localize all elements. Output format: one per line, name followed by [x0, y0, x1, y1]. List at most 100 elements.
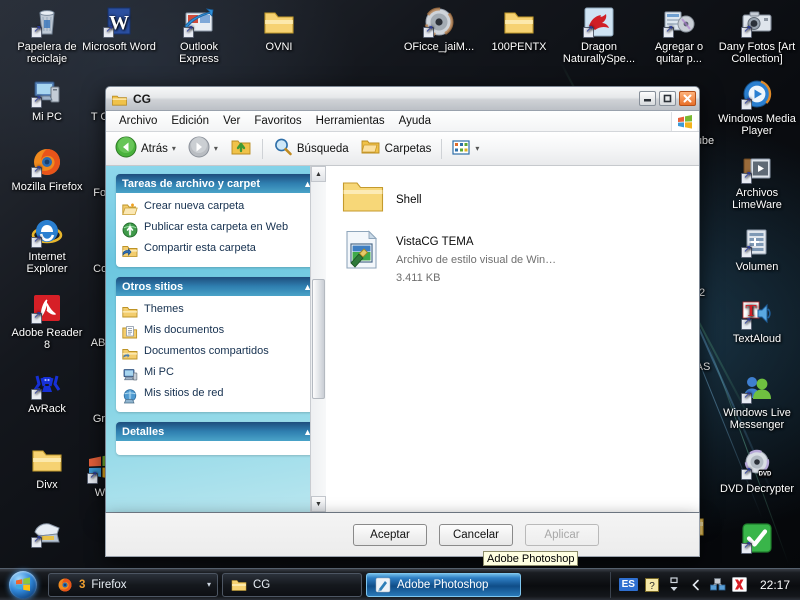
back-button[interactable]: Atrás ▾: [110, 133, 181, 164]
desktop-icon[interactable]: AvRack: [8, 368, 86, 415]
desktop-icon-label: Volumen: [735, 261, 779, 273]
desktop-icon[interactable]: T TextAloud: [718, 298, 796, 345]
chevron-down-icon[interactable]: ▾: [207, 580, 211, 589]
task-link[interactable]: Documentos compartidos: [122, 343, 312, 364]
list-item[interactable]: Shell: [342, 178, 699, 216]
task-link[interactable]: Mi PC: [122, 364, 312, 385]
maximize-icon[interactable]: [659, 91, 676, 106]
search-button[interactable]: Búsqueda: [268, 134, 354, 163]
file-list[interactable]: Shell VistaCG TEMA Archivo de estilo vis…: [326, 166, 699, 512]
desktop-icon[interactable]: Mi PC: [8, 76, 86, 123]
views-button[interactable]: ▾: [447, 136, 484, 162]
chevron-down-icon[interactable]: ▾: [475, 144, 479, 153]
clock[interactable]: 22:17: [754, 578, 796, 592]
menu-item-ver[interactable]: Ver: [216, 113, 247, 129]
desktop-icon[interactable]: Windows Live Messenger: [718, 372, 796, 431]
shortcut-overlay-icon: [741, 244, 753, 258]
network-icon[interactable]: [710, 577, 726, 593]
task-link[interactable]: Publicar esta carpeta en Web: [122, 219, 312, 240]
word-icon: W: [103, 6, 135, 38]
taskbar-button[interactable]: CG: [222, 572, 362, 597]
window-titlebar[interactable]: CG: [106, 87, 699, 111]
desktop-icon[interactable]: Papelera de reciclaje: [8, 6, 86, 65]
desktop-icon[interactable]: Internet Explorer: [8, 216, 86, 275]
close-icon[interactable]: [679, 91, 696, 106]
chevron-down-icon[interactable]: ▾: [172, 144, 176, 153]
task-panel: Detalles ▲: [116, 422, 318, 455]
folders-button[interactable]: Carpetas: [356, 135, 437, 162]
navigation-toolbar[interactable]: Atrás ▾ ▾ Búsqueda Carpetas ▾: [106, 132, 699, 166]
taskbar-button[interactable]: 3 Firefox ▾: [48, 572, 218, 597]
desktop-icon[interactable]: W Microsoft Word: [80, 6, 158, 53]
chevron-left-icon[interactable]: [688, 577, 704, 593]
visual-style-icon: [342, 230, 384, 269]
desktop-icon[interactable]: 100PENTX: [480, 6, 558, 53]
cancel-button[interactable]: Cancelar: [439, 523, 513, 546]
task-link-label: Publicar esta carpeta en Web: [144, 221, 289, 233]
desktop-icon[interactable]: Mozilla Firefox: [8, 146, 86, 193]
dragon-icon: [583, 6, 615, 38]
system-tray[interactable]: ES ? 22:17: [609, 571, 796, 598]
list-item[interactable]: VistaCG TEMA Archivo de estilo visual de…: [342, 230, 699, 286]
task-link[interactable]: Themes: [122, 301, 312, 322]
task-link[interactable]: Compartir esta carpeta: [122, 240, 312, 261]
desktop-icon[interactable]: Windows Media Player: [718, 78, 796, 137]
svg-text:DVD: DVD: [759, 472, 772, 478]
desktop-icon[interactable]: OVNI: [240, 6, 318, 53]
apply-button[interactable]: Aplicar: [525, 523, 599, 546]
up-button[interactable]: [225, 134, 257, 163]
scroll-track-bottom[interactable]: [311, 400, 326, 496]
desktop-icon[interactable]: [8, 516, 86, 551]
scroll-track-top[interactable]: [311, 182, 326, 278]
tooltip-text: Adobe Photoshop: [487, 552, 575, 565]
taskbar[interactable]: 3 Firefox ▾ CG Adobe Photoshop ES ? 22:1…: [0, 568, 800, 600]
desktop-icon[interactable]: Volumen: [718, 226, 796, 273]
task-panel-header[interactable]: Detalles ▲: [116, 422, 318, 441]
limewire-icon: [741, 152, 773, 184]
task-panel-header[interactable]: Tareas de archivo y carpet ▲: [116, 174, 318, 193]
menu-item-archivo[interactable]: Archivo: [112, 113, 164, 129]
shortcut-overlay-icon: [583, 24, 595, 38]
folder-icon: [342, 178, 384, 216]
task-link[interactable]: Mis sitios de red: [122, 385, 312, 406]
desktop-icon[interactable]: OFicce_jaiM...: [400, 6, 478, 53]
show-hidden-icons-button[interactable]: [666, 576, 682, 593]
menu-item-favoritos[interactable]: Favoritos: [247, 113, 308, 129]
menu-item-edicion[interactable]: Edición: [164, 113, 216, 129]
task-link[interactable]: Crear nueva carpeta: [122, 198, 312, 219]
windows-flag-icon[interactable]: [671, 112, 697, 131]
task-link-label: Mi PC: [144, 366, 174, 378]
menu-bar[interactable]: Archivo Edición Ver Favoritos Herramient…: [106, 111, 699, 132]
desktop-icon[interactable]: Divx: [8, 444, 86, 491]
forward-button[interactable]: ▾: [183, 133, 223, 164]
desktop-icon[interactable]: Dragon NaturallySpe...: [560, 6, 638, 65]
menu-item-ayuda[interactable]: Ayuda: [392, 113, 438, 129]
desktop-icon[interactable]: Outlook Express: [160, 6, 238, 65]
desktop-icon[interactable]: Agregar o quitar p...: [640, 6, 718, 65]
desktop-icon[interactable]: DVD DVD Decrypter: [718, 448, 796, 495]
magnifier-icon: [273, 137, 293, 160]
desktop-icon[interactable]: Adobe Reader 8: [8, 292, 86, 351]
task-panel-header[interactable]: Otros sitios ▲: [116, 277, 318, 296]
desktop-icon[interactable]: [718, 522, 796, 557]
kaspersky-icon[interactable]: [732, 577, 748, 593]
folders-label: Carpetas: [384, 142, 432, 155]
task-pane-scrollbar[interactable]: ▲ ▼: [310, 166, 326, 512]
accept-button[interactable]: Aceptar: [353, 523, 427, 546]
desktop-icon-label: Papelera de reciclaje: [17, 41, 77, 65]
list-item-meta: VistaCG TEMA Archivo de estilo visual de…: [396, 230, 556, 286]
start-button[interactable]: [2, 570, 44, 600]
desktop-icon[interactable]: Archivos LimeWare: [718, 152, 796, 211]
task-link-label: Compartir esta carpeta: [144, 242, 256, 254]
language-indicator[interactable]: ES: [618, 578, 638, 591]
minimize-icon[interactable]: [639, 91, 656, 106]
taskbar-button[interactable]: Adobe Photoshop: [366, 572, 521, 597]
desktop-icon[interactable]: Dany Fotos [Art Collection]: [718, 6, 796, 65]
scroll-down-icon[interactable]: ▼: [311, 496, 326, 512]
help-icon[interactable]: ?: [644, 577, 660, 593]
explorer-window[interactable]: CG Archivo Edición Ver Favoritos Herrami…: [105, 86, 700, 513]
scroll-thumb[interactable]: [312, 279, 325, 399]
menu-item-herramientas[interactable]: Herramientas: [309, 113, 392, 129]
scroll-up-icon[interactable]: ▲: [311, 166, 326, 182]
task-link[interactable]: Mis documentos: [122, 322, 312, 343]
